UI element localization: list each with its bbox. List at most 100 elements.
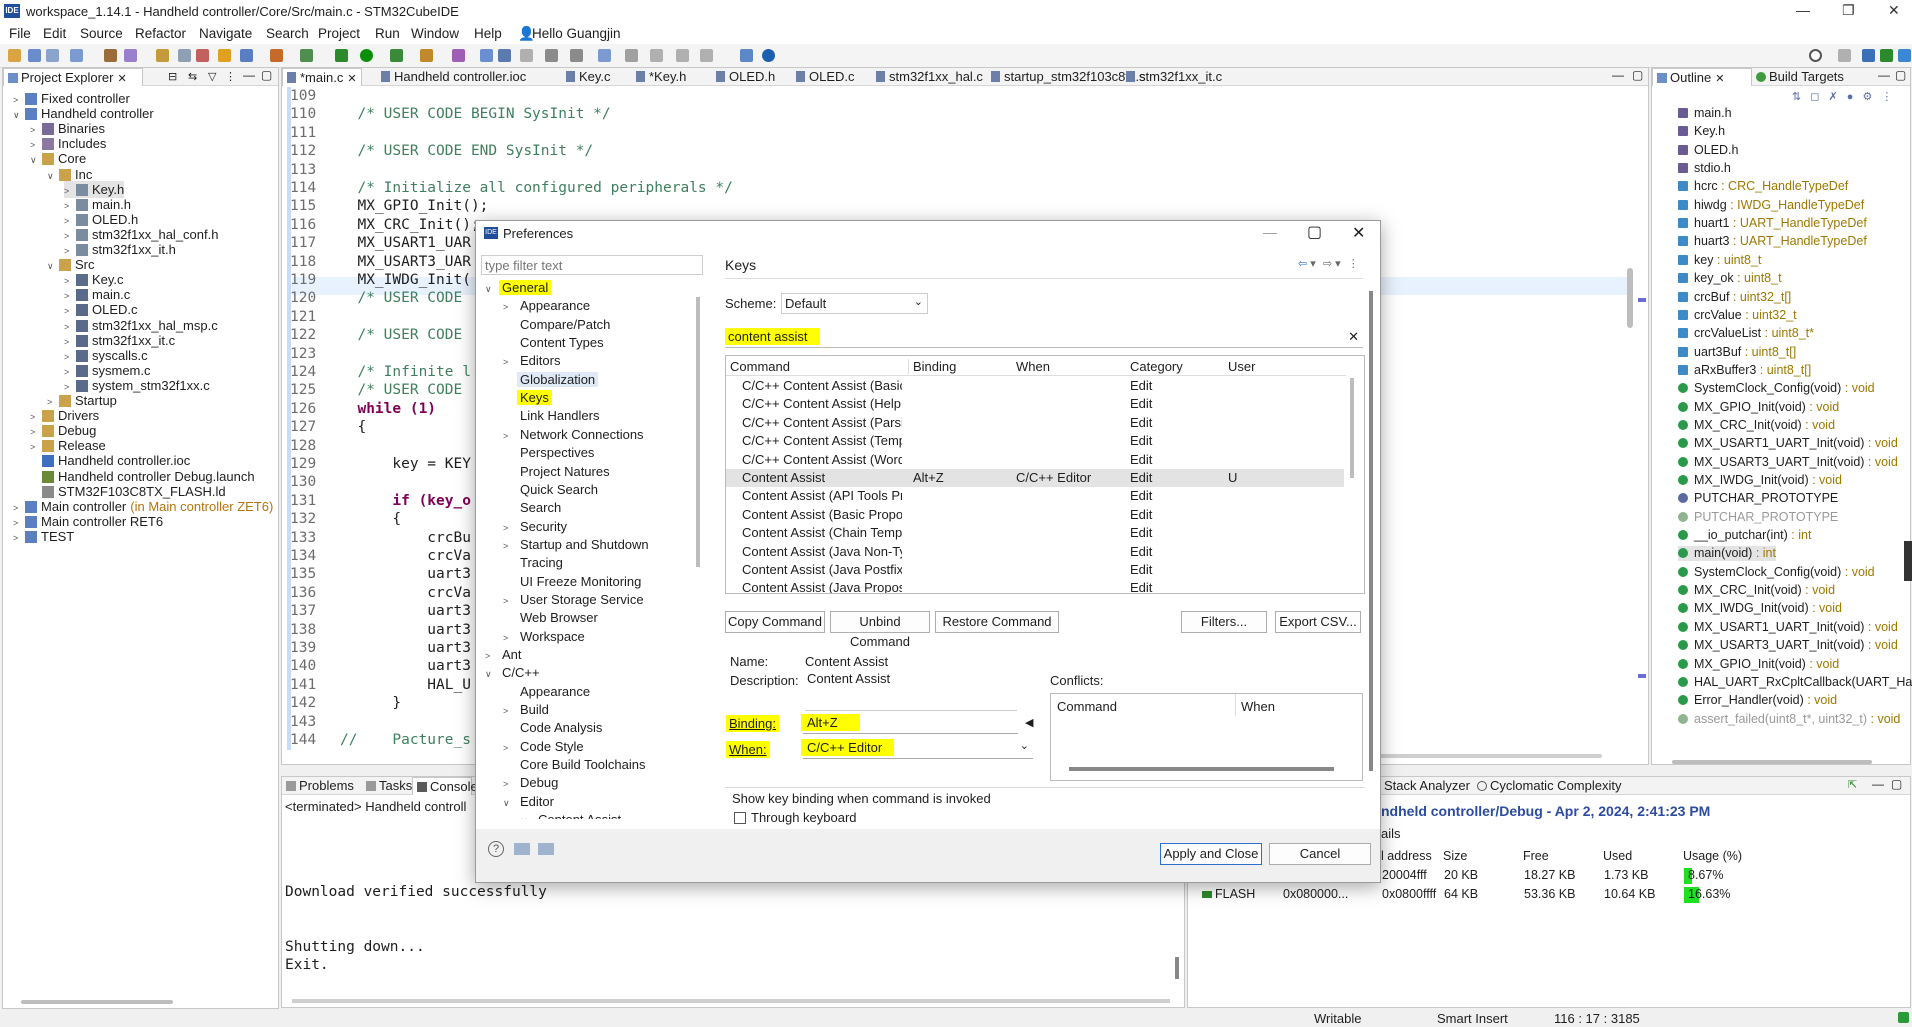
cpp-perspective-icon[interactable] — [1862, 49, 1875, 62]
preference-tree-item[interactable]: Quick Search — [503, 481, 601, 499]
preference-tree-item[interactable]: ∨Content Assist — [521, 811, 624, 819]
close-icon[interactable]: ✕ — [117, 73, 126, 85]
clean-icon[interactable] — [156, 49, 169, 62]
tab-outline[interactable]: Outline ✕ — [1652, 68, 1752, 86]
preference-tree-item[interactable]: Compare/Patch — [503, 316, 613, 334]
outline-item[interactable]: uart3Buf : uint8_t[] — [1678, 345, 1796, 360]
description-box[interactable]: Content Assist — [805, 671, 1017, 711]
chevron-down-icon[interactable]: ∨ — [47, 168, 57, 185]
filter-input[interactable] — [481, 255, 703, 275]
run-icon[interactable] — [360, 49, 373, 62]
filter-icon[interactable]: ▽ — [208, 70, 216, 83]
preference-tree-item[interactable]: Tracing — [503, 554, 566, 572]
group-icon[interactable]: ⚙ — [1862, 91, 1872, 103]
menu-search[interactable]: Search — [266, 26, 309, 41]
preference-tree-item[interactable]: Project Natures — [503, 463, 613, 481]
wand-icon[interactable] — [452, 49, 465, 62]
close-icon[interactable]: ✕ — [347, 73, 356, 85]
preference-tree-item[interactable]: > Workspace — [503, 628, 588, 646]
table-row[interactable]: FLASH 0x080000... 0x0800ffff 64 KB 53.36… — [1188, 886, 1910, 904]
console-horizontal-scrollbar[interactable] — [292, 999, 1170, 1003]
through-keyboard-checkbox[interactable] — [734, 812, 746, 824]
menu-help[interactable]: Help — [474, 26, 502, 41]
column-header[interactable]: Size — [1443, 849, 1467, 863]
editor-tab[interactable]: OLED.h — [712, 68, 779, 86]
editor-tab[interactable]: *main.c ✕ — [282, 68, 362, 86]
search-icon[interactable] — [1809, 49, 1822, 62]
menu-edit[interactable]: Edit — [43, 26, 66, 41]
tree-item[interactable]: > TEST — [13, 528, 74, 545]
clear-icon[interactable]: ✕ — [1348, 329, 1359, 345]
outline-item[interactable]: SystemClock_Config(void) : void — [1678, 565, 1875, 580]
status-insert-mode[interactable]: Smart Insert — [1437, 1011, 1508, 1026]
perspective-icon[interactable] — [1838, 49, 1851, 62]
binding-menu-icon[interactable]: ◀ — [1025, 716, 1033, 729]
preference-tree-item[interactable]: UI Freeze Monitoring — [503, 573, 644, 591]
preference-tree-item[interactable]: > Startup and Shutdown — [503, 536, 652, 554]
menu-source[interactable]: Source — [80, 26, 123, 41]
build-icon[interactable] — [104, 49, 117, 62]
outline-item[interactable]: MX_CRC_Init(void) : void — [1678, 418, 1835, 433]
sort-icon[interactable]: ⇅ — [1792, 91, 1801, 103]
copy-command-button[interactable]: Copy Command — [725, 611, 825, 633]
preference-tree-item[interactable]: Link Handlers — [503, 407, 603, 425]
when-select[interactable]: C/C++ Editor ⌄ — [801, 737, 1033, 759]
column-header[interactable]: Free — [1523, 849, 1549, 863]
outline-item[interactable]: huart3 : UART_HandleTypeDef — [1678, 234, 1867, 249]
save-all-icon[interactable] — [46, 49, 59, 62]
preference-tree-item[interactable]: > Ant — [485, 646, 525, 664]
back-icon[interactable] — [598, 49, 611, 62]
collapse-all-icon[interactable]: ⊟ — [168, 70, 177, 83]
chevron-right-icon[interactable]: > — [485, 647, 499, 665]
chevron-down-icon[interactable]: ∨ — [521, 812, 535, 819]
outline-item[interactable]: stdio.h — [1678, 161, 1731, 176]
outline-item[interactable]: aRxBuffer3 : uint8_t[] — [1678, 363, 1811, 378]
column-header-binding[interactable]: Binding — [908, 359, 956, 374]
table-row[interactable]: Content Assist Alt+Z C/C++ Editor Edit U — [726, 469, 1344, 488]
table-row[interactable]: Content Assist (Java Postfix Te Edit — [726, 561, 1344, 579]
highlight-icon[interactable] — [498, 49, 511, 62]
table-row[interactable]: C/C++ Content Assist (Help P Edit — [726, 395, 1344, 413]
editor-vertical-scrollbar[interactable] — [1627, 268, 1633, 328]
editor-tab[interactable]: Key.c — [562, 68, 615, 86]
minimize-icon[interactable]: — — [1872, 777, 1884, 791]
tab-stack-analyzer[interactable]: Stack Analyzer — [1380, 777, 1474, 795]
external-tools-icon[interactable] — [390, 49, 403, 62]
menu-run[interactable]: Run — [375, 26, 400, 41]
preference-tree-item[interactable]: Core Build Toolchains — [503, 756, 649, 774]
preference-tree-item[interactable]: Appearance — [503, 683, 593, 701]
hide-nonpublic-icon[interactable]: ● — [1847, 91, 1854, 103]
column-header-user[interactable]: User — [1228, 359, 1255, 374]
open-icon[interactable]: ⇱ — [1848, 778, 1857, 791]
column-header[interactable]: l address — [1381, 849, 1432, 863]
editor-tab[interactable]: *Key.h — [632, 68, 690, 86]
table-row[interactable]: C/C++ Content Assist (Templ: Edit — [726, 432, 1344, 450]
table-row[interactable]: C/C++ Content Assist (Parsing Edit — [726, 414, 1344, 432]
search-field[interactable]: content assist ✕ — [725, 328, 1363, 348]
outline-item[interactable]: MX_IWDG_Init(void) : void — [1678, 601, 1842, 616]
outline-item[interactable]: crcBuf : uint32_t[] — [1678, 290, 1791, 305]
preference-tree-item[interactable]: Search — [503, 499, 564, 517]
tab-project-explorer[interactable]: Project Explorer ✕ — [3, 68, 143, 86]
chevron-right-icon[interactable]: > — [503, 427, 517, 445]
restore-icon[interactable]: ❐ — [1842, 2, 1855, 19]
table-row[interactable]: Content Assist (Java Non-Type Edit — [726, 543, 1344, 561]
maximize-icon[interactable]: ▢ — [1891, 777, 1902, 791]
stop-icon[interactable] — [196, 49, 209, 62]
close-icon[interactable]: ✕ — [1888, 2, 1900, 19]
notification-icon[interactable] — [1898, 1012, 1909, 1023]
chevron-right-icon[interactable]: > — [13, 530, 23, 547]
forward-icon[interactable]: ⇨ — [1323, 258, 1332, 270]
conflicts-column-command[interactable]: Command — [1057, 699, 1117, 714]
outline-item[interactable]: main(void) : int — [1678, 546, 1776, 562]
details-scrollbar[interactable] — [1369, 291, 1373, 771]
cube-icon[interactable] — [270, 49, 283, 62]
conflicts-scrollbar[interactable] — [1069, 767, 1334, 771]
menu-project[interactable]: Project — [318, 26, 360, 41]
tab-problems[interactable]: Problems — [282, 777, 358, 795]
outline-item[interactable]: Error_Handler(void) : void — [1678, 693, 1837, 708]
chevron-down-icon[interactable]: ∨ — [13, 107, 23, 124]
forward-icon[interactable] — [650, 49, 663, 62]
outline-item[interactable]: hiwdg : IWDG_HandleTypeDef — [1678, 198, 1864, 213]
import-icon[interactable] — [240, 49, 253, 62]
